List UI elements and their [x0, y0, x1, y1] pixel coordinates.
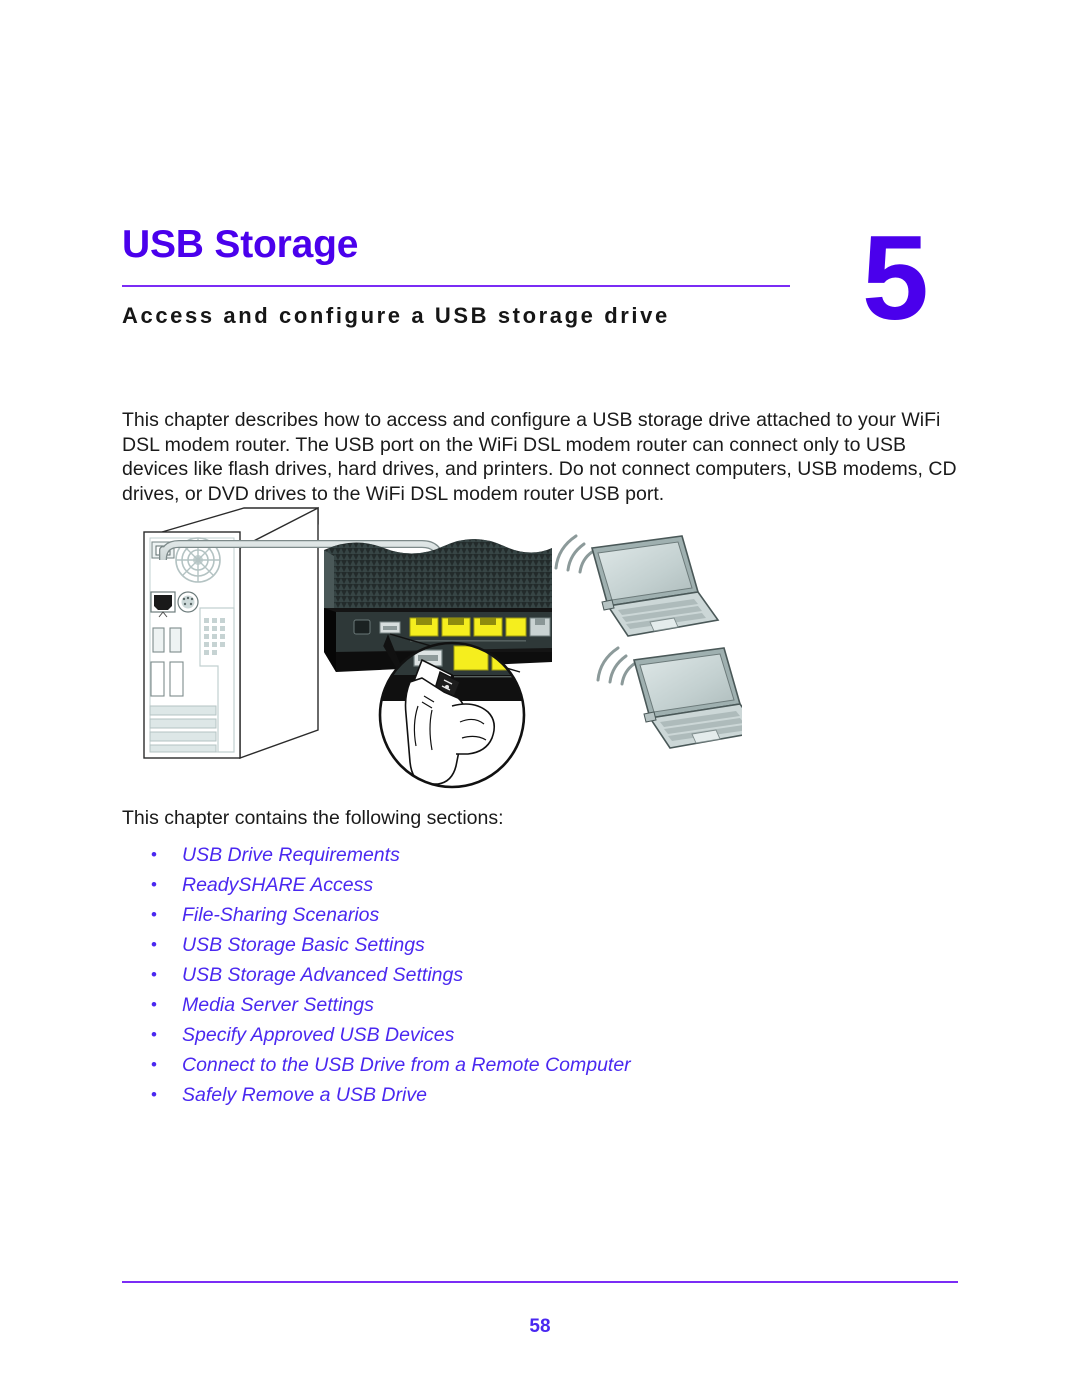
section-link[interactable]: Media Server Settings: [182, 994, 374, 1016]
list-item[interactable]: • Connect to the USB Drive from a Remote…: [148, 1050, 848, 1080]
list-item[interactable]: • USB Drive Requirements: [148, 840, 848, 870]
chapter-illustration: [122, 500, 742, 800]
section-link[interactable]: USB Storage Basic Settings: [182, 934, 425, 956]
chapter-sections-list: • USB Drive Requirements • ReadySHARE Ac…: [148, 840, 848, 1110]
list-item[interactable]: • Specify Approved USB Devices: [148, 1020, 848, 1050]
bullet-icon: •: [151, 875, 157, 894]
list-item[interactable]: • Safely Remove a USB Drive: [148, 1080, 848, 1110]
bullet-icon: •: [151, 1025, 157, 1044]
page-number: 58: [529, 1316, 551, 1337]
chapter-subtitle: Access and configure a USB storage drive: [122, 303, 670, 328]
bullet-icon: •: [151, 905, 157, 924]
list-item[interactable]: • ReadySHARE Access: [148, 870, 848, 900]
bullet-icon: •: [151, 1085, 157, 1104]
list-item[interactable]: • USB Storage Advanced Settings: [148, 960, 848, 990]
chapter-number: 5: [862, 211, 929, 345]
section-link[interactable]: Safely Remove a USB Drive: [182, 1084, 427, 1106]
list-item[interactable]: • File-Sharing Scenarios: [148, 900, 848, 930]
title-divider: [122, 285, 790, 287]
bullet-icon: •: [151, 965, 157, 984]
bullet-icon: •: [151, 1055, 157, 1074]
wifi-arcs: [554, 534, 594, 574]
bullet-icon: •: [151, 845, 157, 864]
section-link[interactable]: Specify Approved USB Devices: [182, 1024, 454, 1046]
wireless-laptop-top: [554, 534, 720, 637]
section-link[interactable]: ReadySHARE Access: [182, 874, 373, 896]
section-link[interactable]: USB Storage Advanced Settings: [182, 964, 463, 986]
bullet-icon: •: [151, 995, 157, 1014]
bullet-icon: •: [151, 935, 157, 954]
footer-divider: [122, 1281, 958, 1283]
document-page: USB Storage Access and configure a USB s…: [0, 0, 1080, 1397]
chapter-header: USB Storage: [122, 222, 962, 268]
lan-ports: [409, 617, 527, 637]
wifi-arcs: [596, 646, 636, 686]
list-item[interactable]: • USB Storage Basic Settings: [148, 930, 848, 960]
wireless-laptop-bottom: [596, 646, 742, 749]
sections-lead-in: This chapter contains the following sect…: [122, 807, 504, 829]
section-link[interactable]: File-Sharing Scenarios: [182, 904, 379, 926]
intro-paragraph: This chapter describes how to access and…: [122, 409, 957, 505]
section-link[interactable]: Connect to the USB Drive from a Remote C…: [182, 1054, 631, 1076]
list-item[interactable]: • Media Server Settings: [148, 990, 848, 1020]
page-title: USB Storage: [122, 223, 359, 266]
section-link[interactable]: USB Drive Requirements: [182, 844, 400, 866]
